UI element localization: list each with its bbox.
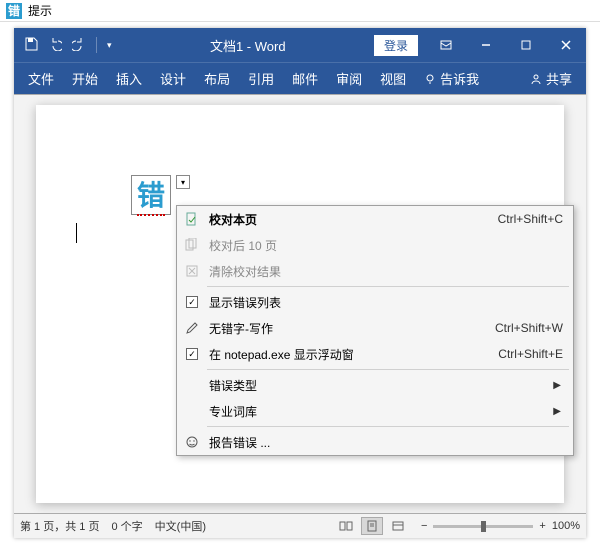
zoom-slider[interactable] bbox=[433, 525, 533, 528]
share-button[interactable]: 共享 bbox=[530, 69, 572, 88]
tab-mail[interactable]: 邮件 bbox=[292, 69, 318, 88]
menu-item-label: 显示错误列表 bbox=[203, 294, 563, 311]
tell-me-label: 告诉我 bbox=[440, 69, 479, 88]
document-area: 错 ▾ 校对本页 Ctrl+Shift+C 校对后 10 页 清除校对结果 bbox=[14, 94, 586, 514]
qat-customize-icon[interactable]: ▾ bbox=[107, 40, 112, 51]
view-read-icon[interactable] bbox=[335, 517, 357, 535]
menu-item-label: 无错字-写作 bbox=[203, 320, 495, 337]
document-page[interactable]: 错 ▾ 校对本页 Ctrl+Shift+C 校对后 10 页 清除校对结果 bbox=[36, 105, 564, 503]
menu-report-error[interactable]: 报告错误 ... bbox=[177, 429, 573, 455]
view-print-icon[interactable] bbox=[361, 517, 383, 535]
tab-review[interactable]: 审阅 bbox=[336, 69, 362, 88]
maximize-icon[interactable] bbox=[506, 28, 546, 62]
submenu-arrow-icon: ▶ bbox=[553, 380, 563, 391]
word-titlebar: ▾ 文档1 - Word 登录 bbox=[14, 28, 586, 62]
menu-item-label: 校对本页 bbox=[203, 211, 498, 228]
save-icon[interactable] bbox=[24, 37, 38, 54]
submenu-arrow-icon: ▶ bbox=[553, 406, 563, 417]
share-icon bbox=[530, 73, 542, 85]
menu-item-accel: Ctrl+Shift+C bbox=[498, 212, 563, 226]
error-word-box[interactable]: 错 bbox=[131, 175, 171, 215]
text-cursor bbox=[76, 223, 77, 243]
menu-item-label: 在 notepad.exe 显示浮动窗 bbox=[203, 346, 498, 363]
app-icon: 错 bbox=[6, 3, 22, 19]
tab-insert[interactable]: 插入 bbox=[116, 69, 142, 88]
redo-icon[interactable] bbox=[72, 37, 86, 54]
menu-proofread-page[interactable]: 校对本页 Ctrl+Shift+C bbox=[177, 206, 573, 232]
minimize-icon[interactable] bbox=[466, 28, 506, 62]
status-bar: 第 1 页，共 1 页 0 个字 中文(中国) − + 100% bbox=[14, 514, 586, 538]
menu-separator bbox=[207, 369, 569, 370]
view-web-icon[interactable] bbox=[387, 517, 409, 535]
dropdown-arrow-icon[interactable]: ▾ bbox=[176, 175, 190, 189]
zoom-in-button[interactable]: + bbox=[539, 520, 545, 532]
pages-icon bbox=[181, 238, 203, 252]
menu-item-label: 清除校对结果 bbox=[203, 263, 563, 280]
smile-icon bbox=[181, 435, 203, 449]
menu-item-label: 校对后 10 页 bbox=[203, 237, 563, 254]
tab-file[interactable]: 文件 bbox=[28, 69, 54, 88]
tell-me[interactable]: 告诉我 bbox=[424, 69, 479, 88]
menu-item-accel: Ctrl+Shift+E bbox=[498, 347, 563, 361]
outer-window-title: 提示 bbox=[28, 2, 52, 19]
clear-icon bbox=[181, 264, 203, 278]
share-label: 共享 bbox=[546, 69, 572, 88]
menu-no-error-writing[interactable]: 无错字-写作 Ctrl+Shift+W bbox=[177, 315, 573, 341]
menu-proofread-next10: 校对后 10 页 bbox=[177, 232, 573, 258]
language[interactable]: 中文(中国) bbox=[155, 518, 206, 534]
document-title: 文档1 - Word bbox=[122, 36, 374, 55]
login-button[interactable]: 登录 bbox=[374, 35, 418, 56]
menu-notepad-float[interactable]: ✓ 在 notepad.exe 显示浮动窗 Ctrl+Shift+E bbox=[177, 341, 573, 367]
word-count[interactable]: 0 个字 bbox=[111, 518, 142, 534]
menu-separator bbox=[207, 286, 569, 287]
edit-icon bbox=[181, 321, 203, 335]
tab-ref[interactable]: 引用 bbox=[248, 69, 274, 88]
tab-layout[interactable]: 布局 bbox=[204, 69, 230, 88]
context-menu: 校对本页 Ctrl+Shift+C 校对后 10 页 清除校对结果 ✓ 显示错误… bbox=[176, 205, 574, 456]
outer-window-titlebar: 错 提示 bbox=[0, 0, 600, 22]
menu-item-accel: Ctrl+Shift+W bbox=[495, 321, 563, 335]
menu-item-label: 报告错误 ... bbox=[203, 434, 563, 451]
menu-item-label: 专业词库 bbox=[203, 403, 553, 420]
word-window: ▾ 文档1 - Word 登录 文件 开始 插入 设计 布局 引用 邮件 审阅 … bbox=[14, 28, 586, 538]
checkbox-icon: ✓ bbox=[186, 296, 198, 308]
error-word: 错 bbox=[137, 174, 165, 216]
undo-icon[interactable] bbox=[48, 37, 62, 54]
page-count[interactable]: 第 1 页，共 1 页 bbox=[20, 518, 99, 534]
zoom-slider-thumb[interactable] bbox=[481, 521, 486, 532]
tab-view[interactable]: 视图 bbox=[380, 69, 406, 88]
ribbon-tabs: 文件 开始 插入 设计 布局 引用 邮件 审阅 视图 告诉我 共享 bbox=[14, 62, 586, 94]
zoom-out-button[interactable]: − bbox=[421, 520, 427, 532]
menu-item-label: 错误类型 bbox=[203, 377, 553, 394]
zoom-level[interactable]: 100% bbox=[552, 520, 580, 532]
menu-pro-dictionary[interactable]: 专业词库 ▶ bbox=[177, 398, 573, 424]
ribbon-options-icon[interactable] bbox=[426, 28, 466, 62]
menu-separator bbox=[207, 426, 569, 427]
bulb-icon bbox=[424, 73, 436, 85]
menu-clear-results: 清除校对结果 bbox=[177, 258, 573, 284]
close-icon[interactable] bbox=[546, 28, 586, 62]
menu-show-error-list[interactable]: ✓ 显示错误列表 bbox=[177, 289, 573, 315]
checkbox-icon: ✓ bbox=[186, 348, 198, 360]
page-check-icon bbox=[181, 212, 203, 226]
tab-home[interactable]: 开始 bbox=[72, 69, 98, 88]
menu-error-types[interactable]: 错误类型 ▶ bbox=[177, 372, 573, 398]
tab-design[interactable]: 设计 bbox=[160, 69, 186, 88]
